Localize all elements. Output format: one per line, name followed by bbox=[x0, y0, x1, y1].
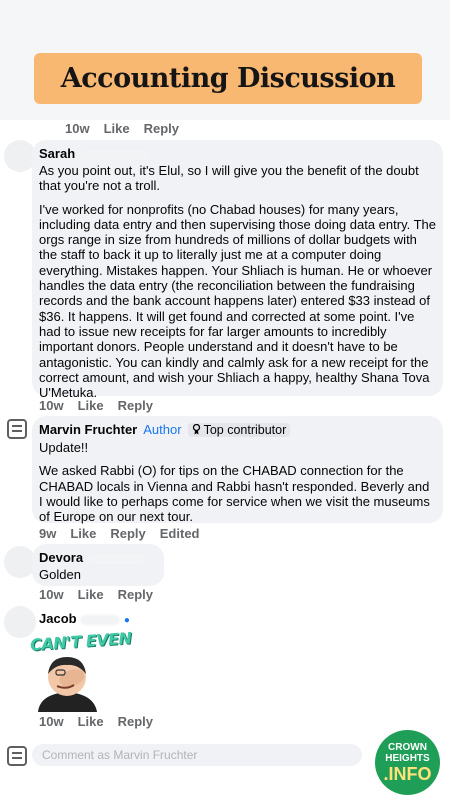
comment-meta: 10w Like Reply bbox=[39, 714, 153, 729]
facepalm-sticker[interactable] bbox=[30, 650, 105, 712]
avatar[interactable] bbox=[4, 606, 36, 638]
reply-button[interactable]: Reply bbox=[144, 121, 179, 136]
timestamp: 10w bbox=[39, 587, 64, 602]
comment-meta-top: 10w Like Reply bbox=[65, 121, 179, 136]
timestamp: 10w bbox=[65, 121, 90, 136]
comment-bubble-sarah: Sarah As you point out, it's Elul, so I … bbox=[32, 140, 443, 400]
edited-label: Edited bbox=[159, 526, 200, 541]
like-button[interactable]: Like bbox=[78, 398, 104, 413]
comment-input[interactable]: Comment as Marvin Fruchter bbox=[32, 744, 362, 766]
commenter-header: Marvin Fruchter Author Top contributor bbox=[39, 422, 436, 437]
reply-button[interactable]: Reply bbox=[118, 714, 153, 729]
reply-button[interactable]: Reply bbox=[118, 587, 153, 602]
timestamp: 10w bbox=[39, 714, 64, 729]
commenter-name[interactable]: Jacob ● bbox=[39, 611, 130, 626]
timestamp: 10w bbox=[39, 398, 64, 413]
comment-bubble-marvin: Marvin Fruchter Author Top contributor U… bbox=[32, 416, 443, 525]
like-button[interactable]: Like bbox=[104, 121, 130, 136]
like-button[interactable]: Like bbox=[78, 714, 104, 729]
timestamp: 9w bbox=[39, 526, 57, 541]
comment-text: We asked Rabbi (O) for tips on the CHABA… bbox=[39, 463, 430, 525]
crownheights-logo: CROWN HEIGHTS .INFO bbox=[375, 730, 440, 795]
avatar bbox=[7, 746, 27, 766]
top-contributor-badge[interactable]: Top contributor bbox=[187, 422, 291, 437]
commenter-name[interactable]: Devora bbox=[39, 550, 157, 565]
avatar[interactable] bbox=[7, 419, 27, 439]
verified-icon: ● bbox=[123, 615, 130, 626]
like-button[interactable]: Like bbox=[70, 526, 96, 541]
comment-text: Update!! bbox=[39, 440, 89, 455]
comment-text: I've worked for nonprofits (no Chabad ho… bbox=[39, 201, 437, 401]
reply-button[interactable]: Reply bbox=[118, 398, 153, 413]
title-banner: Accounting Discussion bbox=[34, 53, 422, 104]
banner-title: Accounting Discussion bbox=[60, 63, 396, 94]
comment-bubble-devora: Devora Golden bbox=[32, 544, 164, 586]
like-button[interactable]: Like bbox=[78, 587, 104, 602]
commenter-name[interactable]: Sarah bbox=[39, 146, 436, 161]
comment-meta: 9w Like Reply Edited bbox=[39, 526, 200, 541]
reply-button[interactable]: Reply bbox=[110, 526, 145, 541]
commenter-name[interactable]: Marvin Fruchter bbox=[39, 422, 137, 437]
author-label: Author bbox=[143, 422, 182, 437]
comment-meta: 10w Like Reply bbox=[39, 398, 153, 413]
medal-icon bbox=[192, 424, 200, 435]
comment-text: As you point out, it's Elul, so I will g… bbox=[39, 163, 419, 194]
comment-meta: 10w Like Reply bbox=[39, 587, 153, 602]
comment-text: Golden bbox=[39, 567, 81, 582]
